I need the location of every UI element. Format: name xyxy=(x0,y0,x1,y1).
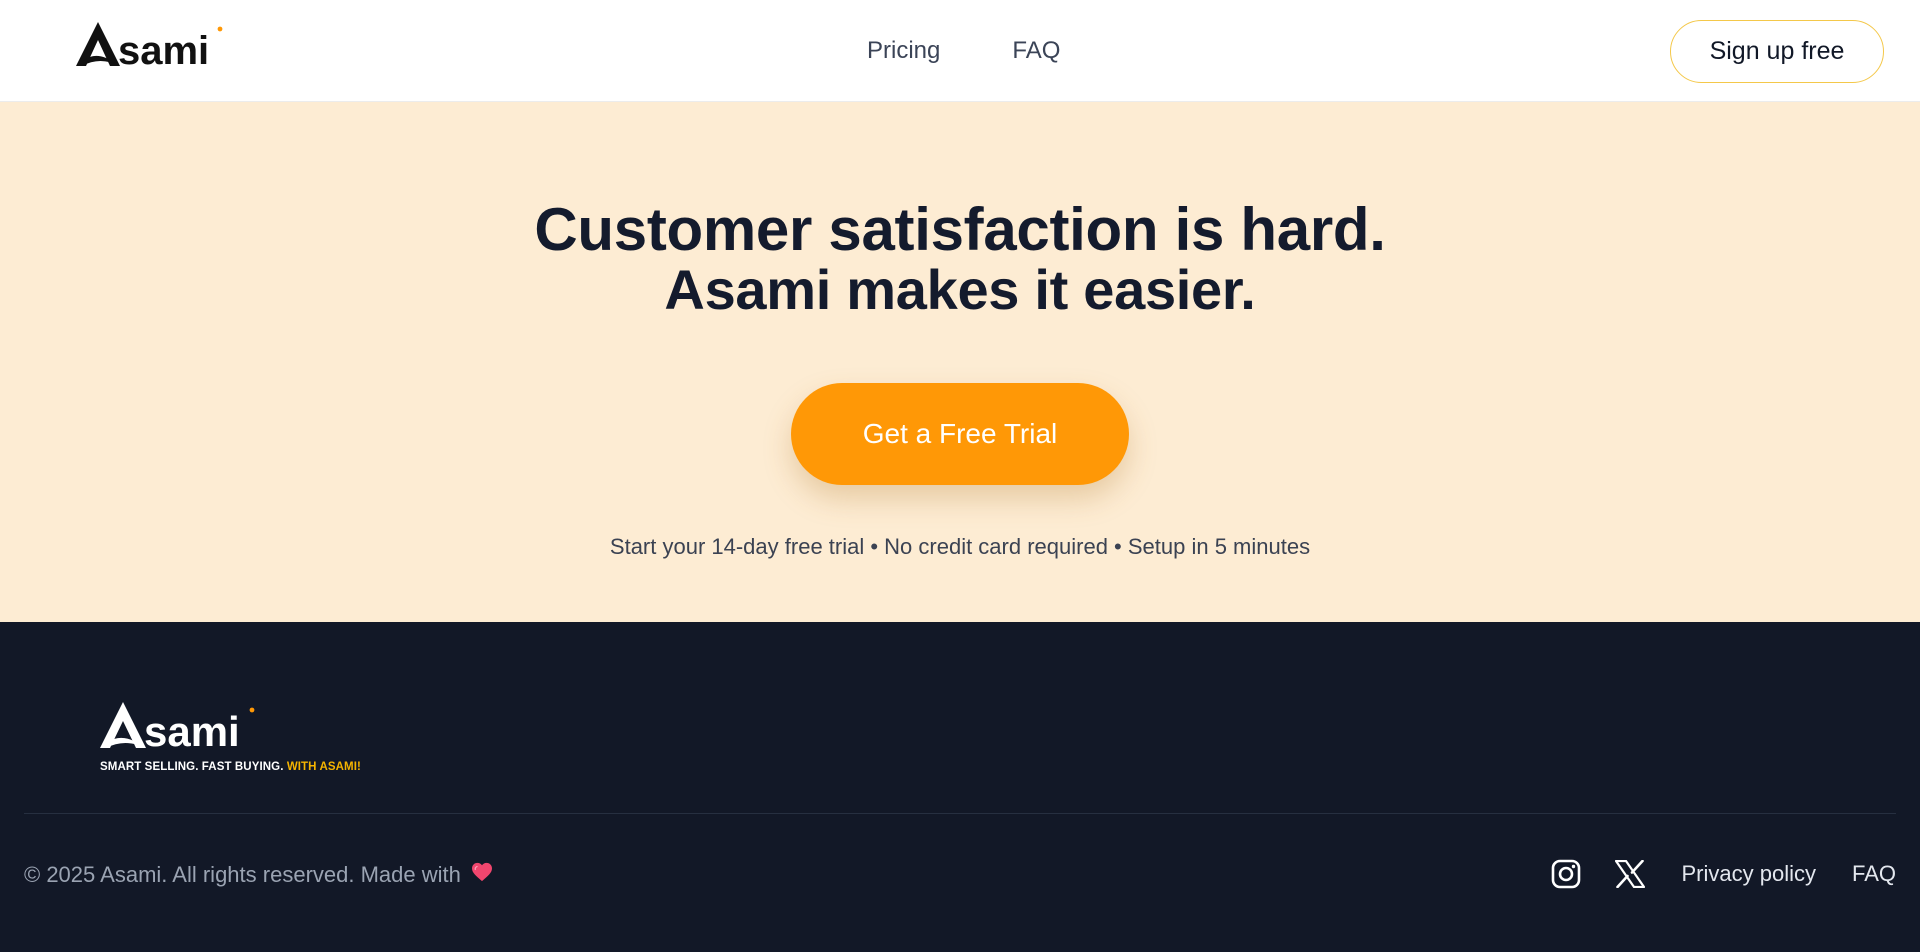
copyright-text: © 2025 Asami. All rights reserved. Made … xyxy=(24,862,461,887)
hero-title: Customer satisfaction is hard. Asami mak… xyxy=(0,200,1920,320)
free-trial-button[interactable]: Get a Free Trial xyxy=(791,383,1129,485)
logo-text: sami xyxy=(118,29,209,68)
tagline-prefix: SMART SELLING. FAST BUYING. xyxy=(100,761,284,773)
footer-tagline: SMART SELLING. FAST BUYING. WITH ASAMI! xyxy=(100,761,361,773)
heart-icon xyxy=(471,862,493,888)
site-footer: sami SMART SELLING. FAST BUYING. WITH AS… xyxy=(0,622,1920,952)
footer-logo: sami xyxy=(100,700,360,755)
footer-link-faq[interactable]: FAQ xyxy=(1852,861,1896,887)
hero-note: Start your 14-day free trial • No credit… xyxy=(609,534,1311,559)
nav-link-faq[interactable]: FAQ xyxy=(1012,37,1060,65)
footer-divider xyxy=(24,813,1896,814)
instagram-icon[interactable] xyxy=(1550,858,1582,890)
hero-title-line-1: Customer satisfaction is hard. xyxy=(534,196,1386,263)
copyright: © 2025 Asami. All rights reserved. Made … xyxy=(24,862,493,888)
hero-section: Customer satisfaction is hard. Asami mak… xyxy=(0,102,1920,622)
footer-logo-mark: sami xyxy=(100,702,255,755)
footer-logo-text: sami xyxy=(144,708,240,750)
asami-logo[interactable]: sami xyxy=(76,20,226,68)
hero-title-line-2: Asami makes it easier. xyxy=(664,258,1256,321)
footer-link-privacy[interactable]: Privacy policy xyxy=(1682,861,1816,887)
sign-up-button[interactable]: Sign up free xyxy=(1670,20,1884,83)
main-nav: Pricing FAQ xyxy=(867,0,1060,102)
tagline-accent: WITH ASAMI! xyxy=(286,761,361,773)
footer-links: Privacy policy FAQ xyxy=(1550,848,1896,900)
nav-link-pricing[interactable]: Pricing xyxy=(867,37,940,65)
x-icon[interactable] xyxy=(1614,858,1646,890)
asami-logo-mark: sami xyxy=(76,22,223,68)
site-header: sami Pricing FAQ Sign up free xyxy=(0,0,1920,102)
